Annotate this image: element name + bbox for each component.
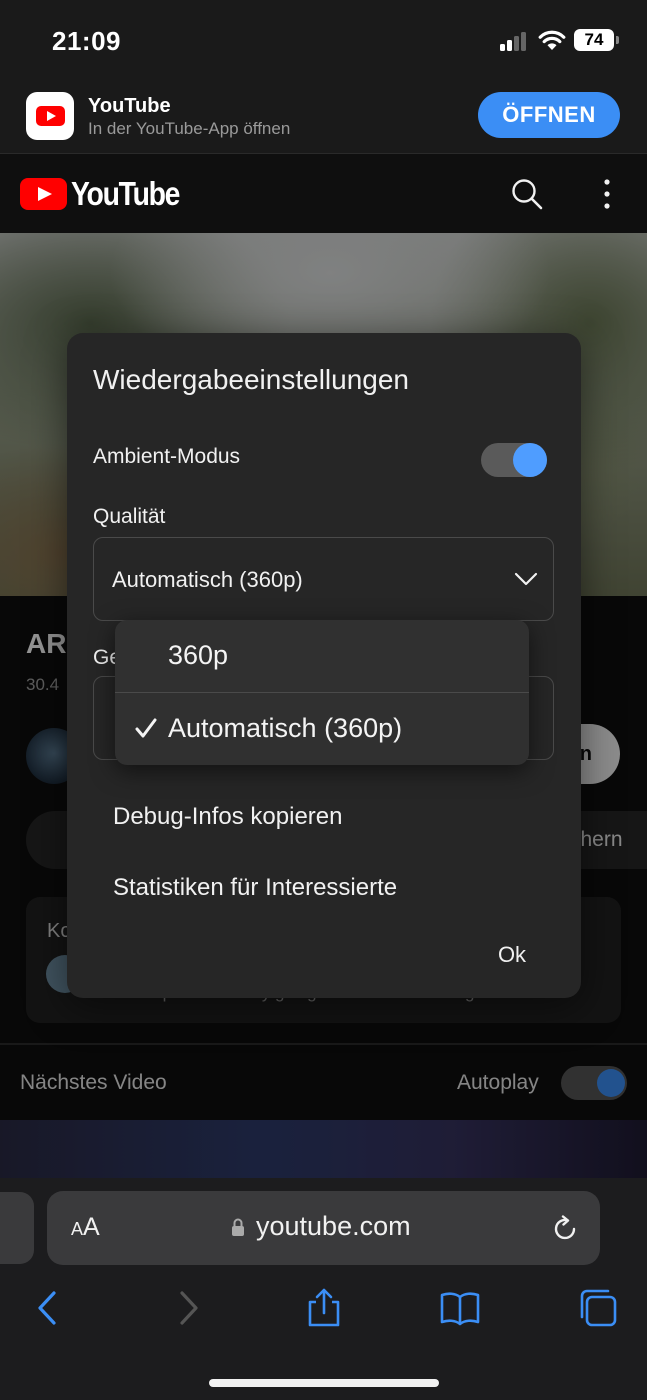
ambient-mode-toggle[interactable] (481, 443, 547, 477)
quality-select[interactable]: Automatisch (360p) (93, 537, 554, 621)
youtube-wordmark: YouTube (71, 175, 180, 212)
quality-dropdown-menu: 360p Automatisch (360p) (115, 620, 529, 765)
ambient-mode-label: Ambient-Modus (93, 445, 241, 468)
more-vertical-icon[interactable] (597, 177, 617, 211)
copy-debug-info-item[interactable]: Debug-Infos kopieren (113, 803, 342, 831)
checkmark-icon (135, 718, 157, 738)
option-label: Automatisch (360p) (168, 713, 403, 743)
quality-option-auto[interactable]: Automatisch (360p) (115, 693, 529, 765)
address-bar[interactable]: AA youtube.com (47, 1191, 600, 1265)
wifi-icon (538, 30, 566, 50)
stats-for-nerds-item[interactable]: Statistiken für Interessierte (113, 874, 397, 902)
battery-indicator: 74 (574, 29, 619, 51)
quality-label: Qualität (93, 505, 166, 528)
cellular-signal-icon (500, 31, 530, 51)
youtube-logo[interactable]: YouTube (20, 175, 180, 212)
text-size-button[interactable]: AA (71, 1213, 100, 1242)
app-name: YouTube (88, 95, 171, 117)
bookmarks-icon[interactable] (440, 1288, 480, 1328)
previous-tab-preview[interactable] (0, 1192, 34, 1264)
quality-option-360p[interactable]: 360p (115, 620, 529, 692)
youtube-app-icon (26, 92, 74, 140)
ok-button[interactable]: Ok (487, 942, 537, 972)
open-in-app-button[interactable]: ÖFFNEN (478, 92, 620, 138)
forward-icon[interactable] (168, 1288, 208, 1328)
tabs-icon[interactable] (578, 1288, 618, 1328)
lock-icon (232, 1218, 244, 1236)
share-icon[interactable] (304, 1288, 344, 1328)
browser-toolbar: AA youtube.com (0, 1178, 647, 1400)
option-label: 360p (168, 640, 229, 670)
back-icon[interactable] (28, 1288, 68, 1328)
status-bar: 21:09 74 (0, 0, 647, 78)
quality-value: Automatisch (360p) (112, 567, 303, 592)
chevron-down-icon (514, 572, 538, 586)
app-banner: YouTube In der YouTube-App öffnen ÖFFNEN (0, 78, 647, 154)
status-time: 21:09 (52, 26, 121, 56)
youtube-play-icon (20, 178, 67, 210)
dialog-title: Wiedergabeeinstellungen (93, 364, 409, 395)
app-subtitle: In der YouTube-App öffnen (88, 119, 291, 138)
youtube-header: YouTube (0, 155, 647, 233)
home-indicator (209, 1379, 439, 1387)
search-icon[interactable] (510, 177, 544, 211)
url-text: youtube.com (256, 1211, 411, 1241)
reload-icon[interactable] (551, 1215, 579, 1243)
